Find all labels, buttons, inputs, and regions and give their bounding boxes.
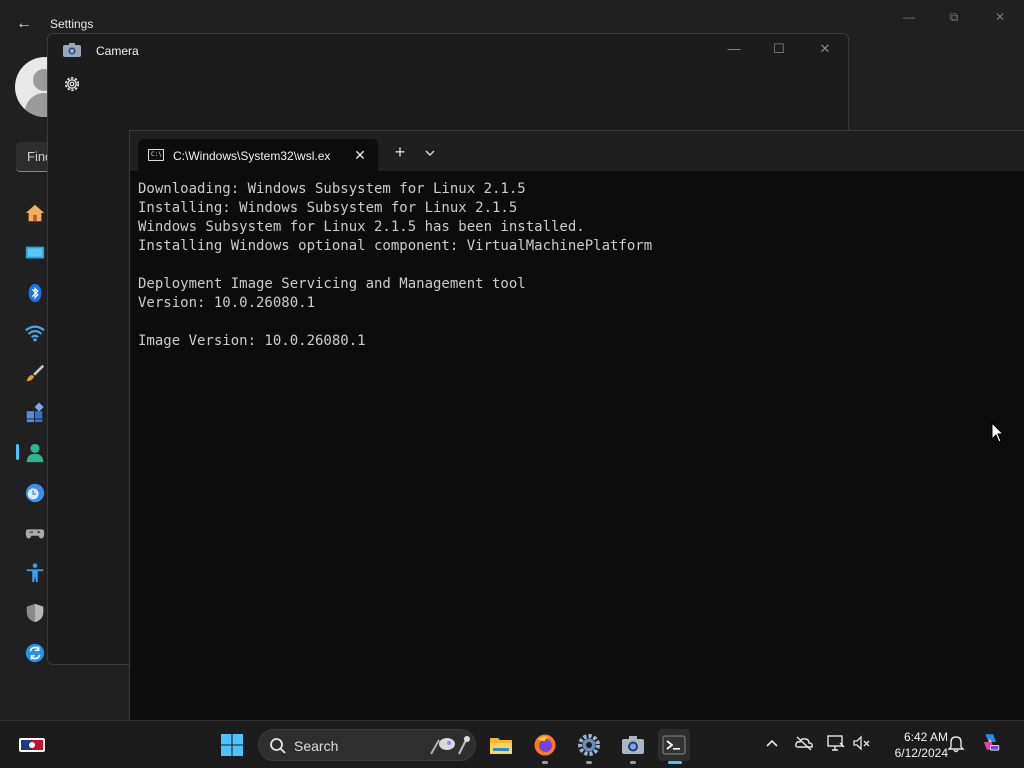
personalization-icon[interactable]	[24, 362, 48, 386]
windows-update-icon[interactable]	[24, 642, 48, 666]
bluetooth-icon[interactable]	[24, 282, 48, 306]
terminal-tab[interactable]: C:\ C:\Windows\System32\wsl.ex ✕	[138, 139, 378, 171]
home-icon[interactable]	[24, 202, 48, 226]
settings-icon[interactable]	[573, 729, 605, 764]
tab-label: C:\Windows\System32\wsl.ex	[173, 149, 331, 163]
close-icon[interactable]: ✕	[989, 8, 1011, 26]
terminal-tab-bar: C:\ C:\Windows\System32\wsl.ex ✕ +	[130, 131, 1024, 171]
chevron-down-icon[interactable]	[422, 145, 438, 161]
new-tab-icon[interactable]: +	[390, 143, 410, 163]
firefox-icon[interactable]	[529, 729, 561, 764]
volume-muted-icon[interactable]	[852, 733, 874, 755]
mouse-cursor-icon	[991, 421, 1005, 444]
gear-icon[interactable]	[62, 74, 82, 94]
restore-icon[interactable]: ⧉	[943, 8, 965, 26]
privacy-security-icon[interactable]	[24, 602, 48, 626]
accounts-icon[interactable]	[24, 442, 48, 466]
console-output[interactable]: Downloading: Windows Subsystem for Linux…	[138, 180, 1018, 351]
back-arrow-icon[interactable]: ←	[14, 14, 34, 34]
close-tab-icon[interactable]: ✕	[350, 145, 370, 165]
clock-date: 6/12/2024	[894, 746, 948, 760]
search-label: Search	[294, 738, 339, 754]
search-icon	[269, 737, 287, 755]
settings-title: Settings	[50, 17, 94, 31]
camera-title: Camera	[96, 44, 139, 58]
taskbar-search-box[interactable]: Search	[258, 729, 476, 761]
maximize-icon[interactable]: ☐	[767, 40, 791, 58]
nav-active-indicator	[16, 444, 19, 460]
camera-app-icon	[63, 43, 81, 57]
apps-icon[interactable]	[24, 402, 48, 426]
taskbar: Search 6:42 AM 6/12/2024	[0, 720, 1024, 768]
search-highlight-art-icon	[427, 734, 473, 758]
onedrive-offline-icon[interactable]	[794, 733, 816, 755]
minimize-icon[interactable]: —	[898, 8, 920, 26]
gaming-icon[interactable]	[24, 522, 48, 546]
camera-icon[interactable]	[617, 729, 649, 764]
system-clock[interactable]: 6:42 AM 6/12/2024	[880, 729, 948, 761]
clock-time: 6:42 AM	[903, 730, 948, 744]
widgets-icon[interactable]	[18, 733, 46, 757]
cmd-icon: C:\	[148, 149, 164, 161]
display-network-icon[interactable]	[826, 733, 848, 755]
network-icon[interactable]	[24, 322, 48, 346]
notification-bell-icon[interactable]	[946, 733, 968, 755]
close-icon[interactable]: ✕	[813, 40, 837, 58]
start-icon[interactable]	[216, 729, 248, 761]
terminal-window: C:\ C:\Windows\System32\wsl.ex ✕ + Downl…	[129, 130, 1024, 720]
chevron-up-icon[interactable]	[762, 733, 784, 755]
accessibility-icon[interactable]	[24, 562, 48, 586]
minimize-icon[interactable]: —	[722, 40, 746, 58]
system-icon[interactable]	[24, 242, 48, 266]
file-explorer-icon[interactable]	[485, 729, 517, 761]
time-language-icon[interactable]	[24, 482, 48, 506]
copilot-icon[interactable]	[980, 732, 1006, 758]
terminal-icon[interactable]	[658, 729, 690, 764]
